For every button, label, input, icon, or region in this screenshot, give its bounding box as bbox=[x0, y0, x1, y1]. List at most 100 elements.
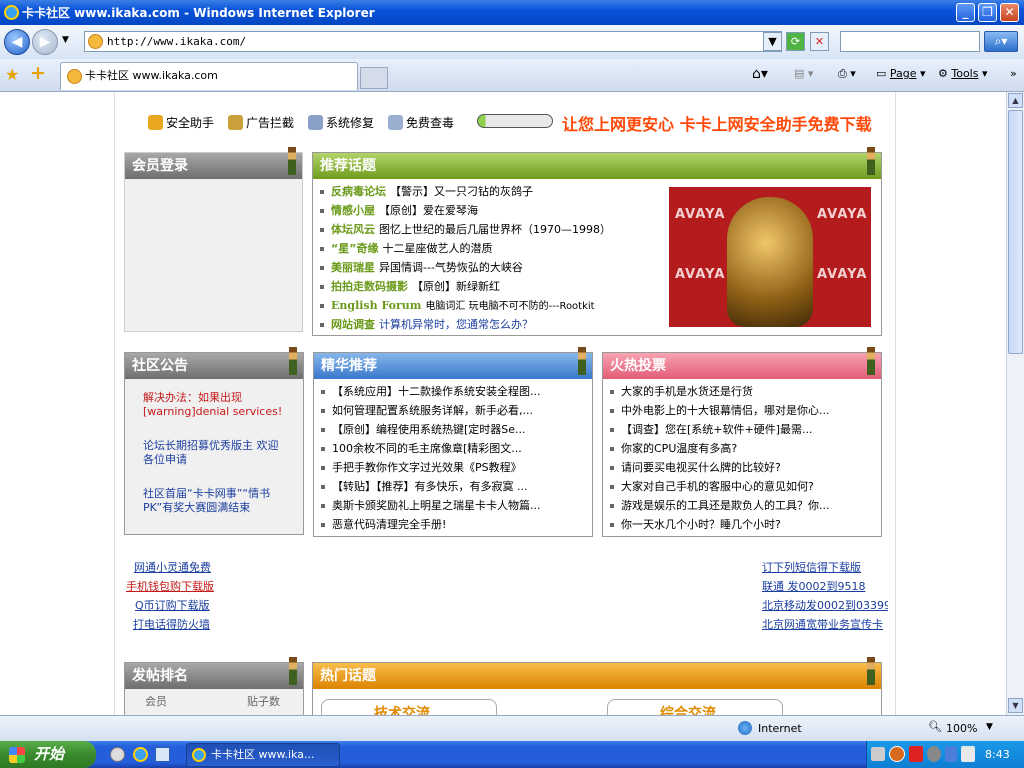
clock[interactable]: 8:43 bbox=[985, 741, 1010, 768]
list-item[interactable]: 奥斯卡颁奖励礼上明星之瑞星卡卡人物篇... bbox=[318, 496, 588, 515]
list-item[interactable]: 恶意代码清理完全手册! bbox=[318, 515, 588, 534]
topic-title[interactable]: 电脑词汇 玩电脑不可不防的---Rootkit bbox=[425, 301, 594, 312]
scroll-thumb[interactable] bbox=[1008, 110, 1023, 354]
list-item[interactable]: 网站调查 计算机异常时，您通常怎么办？ bbox=[317, 315, 663, 334]
media-player-icon[interactable] bbox=[110, 747, 125, 762]
slogan-link[interactable]: 让您上网更安心 卡卡上网安全助手免费下载 bbox=[562, 111, 872, 135]
list-item[interactable]: English Forum 电脑词汇 玩电脑不可不防的---Rootkit bbox=[317, 296, 663, 315]
feeds-icon[interactable]: ▤ ▾ bbox=[794, 65, 813, 83]
print-icon[interactable]: ⎙ ▾ bbox=[838, 65, 856, 83]
favorites-star-icon[interactable]: ★ bbox=[5, 65, 19, 84]
list-item[interactable]: 你一天水几个小时？睡几个小时? bbox=[607, 515, 877, 534]
shield-icon[interactable] bbox=[909, 746, 923, 762]
topic-category[interactable]: 体坛风云 bbox=[331, 223, 375, 236]
world-cup-photo[interactable]: AVAYA AVAYA AVAYA AVAYA bbox=[669, 187, 871, 327]
promo-link[interactable]: 联通 发0002到9518 bbox=[762, 577, 866, 596]
list-item[interactable]: 如何管理配置系统服务详解，新手必看,... bbox=[318, 401, 588, 420]
notice-item[interactable]: 论坛长期招募优秀版主 欢迎各位申请 bbox=[143, 439, 289, 467]
promo-link[interactable]: 北京移动发0002到03399 bbox=[762, 596, 888, 615]
promo-link[interactable]: 北京网通宽带业务宣传卡 bbox=[762, 615, 888, 634]
tech-exchange-tab[interactable]: 技术交流 bbox=[321, 699, 497, 715]
list-item[interactable]: 美丽瑞星 异国情调---气势恢弘的大峡谷 bbox=[317, 258, 663, 277]
address-input[interactable]: http://www.ikaka.com/ bbox=[84, 31, 782, 52]
close-button[interactable]: ✕ bbox=[1000, 3, 1019, 22]
list-item[interactable]: 拍拍走数码摄影 【原创】新绿新红 bbox=[317, 277, 663, 296]
zoom-level[interactable]: 100% bbox=[946, 722, 977, 735]
list-item[interactable]: 【原创】编程使用系统热键[定时器Se... bbox=[318, 420, 588, 439]
search-icon[interactable]: ⌕▾ bbox=[984, 31, 1018, 52]
topnav-system-repair[interactable]: 系统修复 bbox=[308, 114, 374, 131]
list-item[interactable]: 情感小屋 【原创】爱在爱琴海 bbox=[317, 201, 663, 220]
list-item[interactable]: 手把手教你作文字过光效果《PS教程》 bbox=[318, 458, 588, 477]
topic-title[interactable]: 【警示】又一只刁钻的灰鸽子 bbox=[390, 185, 533, 198]
tab-ikaka[interactable]: 卡卡社区 www.ikaka.com bbox=[60, 62, 358, 90]
list-item[interactable]: 【系统应用】十二款操作系统安装全程图... bbox=[318, 382, 588, 401]
notice-item[interactable]: 解决办法：如果出现[warning]denial services! bbox=[143, 391, 289, 419]
list-item[interactable]: 反病毒论坛 【警示】又一只刁钻的灰鸽子 bbox=[317, 182, 663, 201]
topic-title[interactable]: 计算机异常时，您通常怎么办？ bbox=[379, 318, 533, 331]
history-dropdown-icon[interactable]: ▼ bbox=[62, 35, 69, 45]
promo-link[interactable]: 订下列短信得下载版 bbox=[762, 558, 861, 577]
stop-icon[interactable]: ✕ bbox=[810, 32, 829, 51]
vertical-scrollbar[interactable]: ▲ ▼ bbox=[1006, 92, 1024, 715]
keyboard-icon[interactable] bbox=[871, 747, 885, 761]
list-item[interactable]: 100余枚不同的毛主席像章[精彩图文... bbox=[318, 439, 588, 458]
general-exchange-tab[interactable]: 综合交流 bbox=[607, 699, 783, 715]
list-item[interactable]: 你家的CPU温度有多高? bbox=[607, 439, 877, 458]
topic-title[interactable]: 异国情调---气势恢弘的大峡谷 bbox=[379, 261, 523, 274]
notice-item[interactable]: 社区首届“卡卡网事”“情书PK”有奖大赛圆满结束 bbox=[143, 487, 289, 515]
topic-category[interactable]: 反病毒论坛 bbox=[331, 185, 386, 198]
minimize-button[interactable]: _ bbox=[956, 3, 975, 22]
promo-link[interactable]: Q币订购下载版 bbox=[135, 596, 210, 615]
topic-title[interactable]: 十二星座做艺人的潜质 bbox=[382, 242, 492, 255]
zoom-icon[interactable]: 🔍︎ bbox=[928, 720, 942, 733]
list-item[interactable]: 【调查】您在[系统+软件+硬件]最需... bbox=[607, 420, 877, 439]
list-item[interactable]: 请问要买电视买什么牌的比较好? bbox=[607, 458, 877, 477]
promo-link[interactable]: 打电话得防火墙 bbox=[133, 615, 210, 634]
ie-quicklaunch-icon[interactable] bbox=[133, 747, 148, 762]
topic-title[interactable]: 【原创】爱在爱琴海 bbox=[379, 204, 478, 217]
zoom-dropdown-icon[interactable]: ▼ bbox=[986, 722, 993, 732]
antivirus-icon[interactable] bbox=[927, 746, 941, 762]
topic-title[interactable]: 图忆上世纪的最后几届世界杯（1970—1998） bbox=[379, 223, 611, 236]
topic-category[interactable]: 拍拍走数码摄影 bbox=[331, 280, 408, 293]
maximize-button[interactable]: ❐ bbox=[978, 3, 997, 22]
tools-menu[interactable]: ⚙ Tools ▾ bbox=[938, 65, 988, 83]
back-button[interactable]: ◀ bbox=[4, 29, 30, 55]
page-menu[interactable]: ▭ Page ▾ bbox=[876, 65, 926, 83]
chevron-right-icon[interactable]: » bbox=[1010, 65, 1017, 83]
start-button[interactable]: 开始 bbox=[0, 741, 96, 768]
list-item[interactable]: 大家的手机是水货还是行货 bbox=[607, 382, 877, 401]
list-item[interactable]: 大家对自己手机的客服中心的意见如何? bbox=[607, 477, 877, 496]
search-input[interactable] bbox=[840, 31, 980, 52]
scroll-down-icon[interactable]: ▼ bbox=[1008, 698, 1023, 713]
taskbar-item-ie[interactable]: 卡卡社区 www.ika... bbox=[186, 743, 340, 767]
tray-expand-icon[interactable] bbox=[889, 746, 905, 762]
scroll-up-icon[interactable]: ▲ bbox=[1008, 93, 1023, 108]
refresh-icon[interactable]: ⟳ bbox=[786, 32, 805, 51]
new-tab-button[interactable] bbox=[360, 67, 388, 89]
topnav-security-helper[interactable]: 安全助手 bbox=[148, 114, 214, 131]
topnav-free-scan[interactable]: 免费查毒 bbox=[388, 114, 454, 131]
topic-category[interactable]: 美丽瑞星 bbox=[331, 261, 375, 274]
list-item[interactable]: “星”奇缘 十二星座做艺人的潜质 bbox=[317, 239, 663, 258]
home-icon[interactable]: ⌂▾ bbox=[752, 65, 768, 83]
topic-category[interactable]: 网站调查 bbox=[331, 318, 375, 331]
tray-app-icon[interactable] bbox=[945, 746, 957, 762]
add-favorite-icon[interactable]: + bbox=[30, 62, 46, 84]
topic-title[interactable]: 【原创】新绿新红 bbox=[412, 280, 500, 293]
topic-category[interactable]: English Forum bbox=[331, 299, 421, 312]
promo-link[interactable]: 手机钱包购下载版 bbox=[126, 577, 214, 596]
topnav-ad-block[interactable]: 广告拦截 bbox=[228, 114, 294, 131]
list-item[interactable]: 【转贴】【推荐】有多快乐，有多寂寞 ... bbox=[318, 477, 588, 496]
list-item[interactable]: 体坛风云 图忆上世纪的最后几届世界杯（1970—1998） bbox=[317, 220, 663, 239]
topic-category[interactable]: 情感小屋 bbox=[331, 204, 375, 217]
list-item[interactable]: 游戏是娱乐的工具还是欺负人的工具？你... bbox=[607, 496, 877, 515]
network-icon[interactable] bbox=[961, 746, 975, 762]
topic-category[interactable]: “星”奇缘 bbox=[331, 242, 378, 255]
address-dropdown-icon[interactable]: ▼ bbox=[763, 32, 782, 51]
forward-button[interactable]: ▶ bbox=[32, 29, 58, 55]
list-item[interactable]: 中外电影上的十大银幕情侣，哪对是你心... bbox=[607, 401, 877, 420]
promo-link[interactable]: 网通小灵通免费 bbox=[134, 558, 211, 577]
desktop-icon[interactable] bbox=[155, 747, 170, 762]
